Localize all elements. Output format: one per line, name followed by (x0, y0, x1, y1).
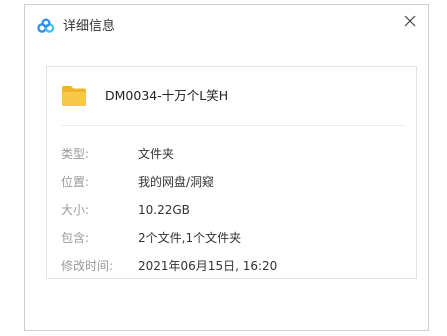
details-dialog: 详细信息 DM0034-十万个L笑H 类型: 文件夹 位置: 我的网盘/洞窥 大… (24, 4, 429, 331)
detail-label: 大小: (61, 203, 90, 217)
detail-label: 包含: (61, 231, 90, 245)
detail-row-modified: 修改时间: 2021年06月15日, 16:20 (47, 256, 416, 276)
divider (61, 125, 406, 126)
detail-value: 10.22GB (138, 203, 190, 217)
dialog-header: 详细信息 (25, 5, 428, 49)
detail-row-contains: 包含: 2个文件,1个文件夹 (47, 228, 416, 248)
detail-label: 位置: (61, 175, 90, 189)
detail-label: 修改时间: (61, 259, 114, 273)
close-button[interactable] (400, 11, 420, 31)
detail-value: 2021年06月15日, 16:20 (138, 259, 278, 273)
detail-row-size: 大小: 10.22GB (47, 200, 416, 220)
detail-value: 文件夹 (138, 147, 175, 161)
folder-icon (61, 85, 87, 107)
dialog-title: 详细信息 (63, 19, 116, 34)
file-header: DM0034-十万个L笑H (47, 67, 416, 125)
details-panel: DM0034-十万个L笑H 类型: 文件夹 位置: 我的网盘/洞窥 大小: 10… (46, 66, 417, 279)
cloud-logo-icon (37, 18, 55, 34)
close-icon (404, 15, 416, 27)
detail-label: 类型: (61, 147, 90, 161)
detail-value: 2个文件,1个文件夹 (138, 231, 242, 245)
detail-value: 我的网盘/洞窥 (138, 175, 215, 189)
detail-row-type: 类型: 文件夹 (47, 144, 416, 164)
file-name: DM0034-十万个L笑H (105, 88, 229, 103)
detail-row-location: 位置: 我的网盘/洞窥 (47, 172, 416, 192)
